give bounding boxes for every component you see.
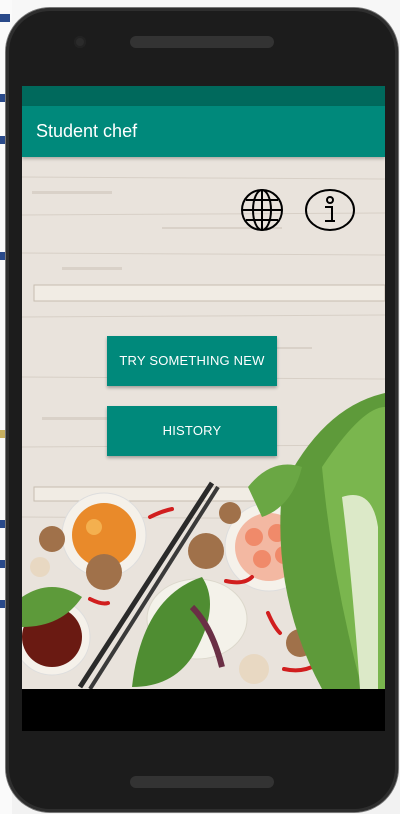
front-camera <box>74 36 86 48</box>
status-bar <box>22 86 385 106</box>
bottom-speaker <box>130 776 274 788</box>
history-button[interactable]: HISTORY <box>107 406 277 456</box>
info-icon <box>305 189 355 231</box>
top-speaker <box>130 36 274 48</box>
language-button[interactable] <box>240 188 284 232</box>
try-something-new-button[interactable]: TRY SOMETHING NEW <box>107 336 277 386</box>
info-button[interactable] <box>304 188 356 232</box>
globe-icon <box>241 189 283 231</box>
navigation-bar <box>22 689 385 731</box>
browser-glyph <box>0 14 10 22</box>
app-bar: Student chef <box>22 106 385 157</box>
phone-screen: Student chef TRY SOMETHING NEW HISTORY <box>22 86 385 731</box>
app-title: Student chef <box>36 121 138 141</box>
main-content: TRY SOMETHING NEW HISTORY <box>22 157 385 689</box>
